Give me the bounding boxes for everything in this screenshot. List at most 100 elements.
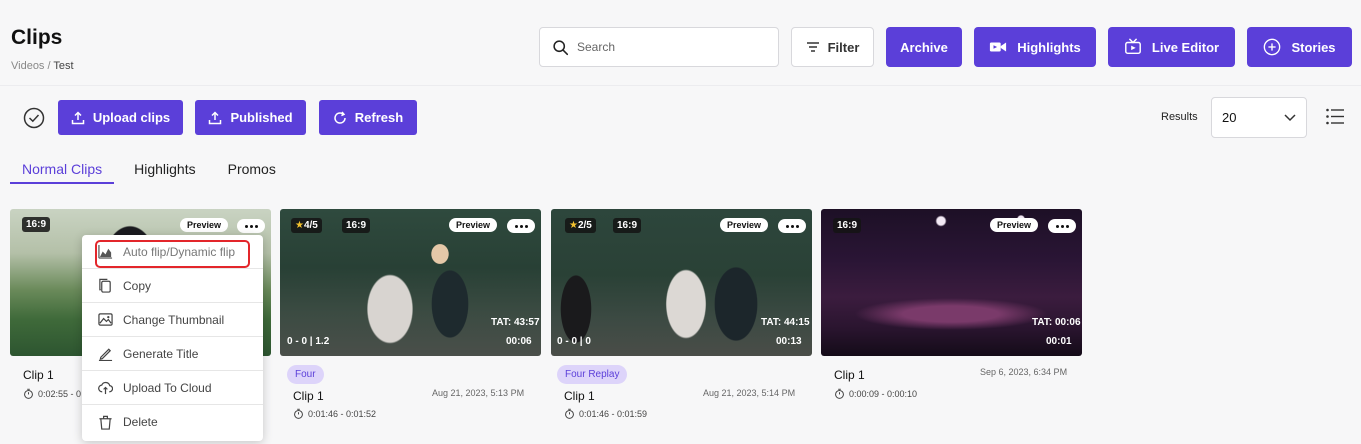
more-options-button[interactable] [237,219,265,233]
tat-label: TAT: 43:57 [491,317,540,328]
menu-item-upload-to-cloud[interactable]: Upload To Cloud [82,371,263,405]
score-label: 0 - 0 | 1.2 [287,336,330,347]
clip-tag: Four Replay [557,365,628,384]
clip-tabs: Normal Clips Highlights Promos [10,158,296,184]
menu-item-change-thumbnail[interactable]: Change Thumbnail [82,303,263,337]
add-circle-icon [1264,38,1281,56]
clip-range-text: 0:00:09 - 0:00:10 [849,388,918,399]
score-label: 0 - 0 | 0 [557,336,591,347]
clip-date: Sep 6, 2023, 6:34 PM [980,367,1068,377]
rating-badge: ★2/5 [565,218,596,233]
tab-highlights[interactable]: Highlights [122,158,207,184]
search-input[interactable] [577,40,767,54]
clip-name: Clip 1 [564,389,595,403]
menu-item-generate-title[interactable]: Generate Title [82,337,263,371]
more-options-button[interactable] [1048,219,1076,233]
image-icon [98,313,113,326]
archive-label: Archive [900,39,948,55]
chart-icon [98,244,113,259]
breadcrumb-videos[interactable]: Videos [11,60,44,72]
trash-icon [99,415,112,430]
stopwatch-icon [294,408,303,419]
tat-label: TAT: 00:06 [1032,317,1081,328]
clip-card[interactable]: ★4/5 16:9 Preview TAT: 43:57 0 - 0 | 1.2… [280,209,541,356]
breadcrumb-separator: / [47,60,51,72]
results-value: 20 [1222,110,1237,125]
cloud-upload-icon [98,381,113,395]
preview-button[interactable]: Preview [990,218,1039,232]
menu-item-auto-flip[interactable]: Auto flip/Dynamic flip [82,235,263,269]
clip-range-text: 0:01:46 - 0:01:59 [579,408,648,419]
video-camera-icon [990,42,1007,52]
clip-card[interactable]: 16:9 Preview TAT: 00:06 00:01 [821,209,1082,356]
menu-item-label: Auto flip/Dynamic flip [123,244,236,259]
clip-range: 0:00:09 - 0:00:10 [834,388,917,399]
stories-button[interactable]: Stories [1247,27,1352,67]
clip-card[interactable]: ★2/5 16:9 Preview TAT: 44:15 0 - 0 | 0 0… [551,209,812,356]
filter-label: Filter [827,39,860,55]
upload-clips-label: Upload clips [92,110,171,125]
live-tv-icon [1124,38,1141,55]
menu-item-label: Upload To Cloud [123,380,212,395]
chevron-down-icon [1284,113,1296,121]
filter-button[interactable]: Filter [791,27,874,67]
menu-item-delete[interactable]: Delete [82,405,263,439]
live-editor-label: Live Editor [1151,39,1220,55]
duration-label: 00:13 [776,336,802,347]
results-per-page-select[interactable]: 20 [1211,97,1307,138]
list-view-icon[interactable] [1326,108,1345,125]
menu-item-copy[interactable]: Copy [82,269,263,303]
published-label: Published [230,110,293,125]
clip-range: 0:01:46 - 0:01:52 [293,408,376,419]
results-label: Results [1161,111,1198,123]
rating-badge: ★4/5 [291,218,322,233]
rating-value: 4/5 [303,220,318,231]
clip-range-text: 0:01:46 - 0:01:52 [308,408,377,419]
preview-button[interactable]: Preview [449,218,498,232]
select-all-check-icon[interactable] [23,107,45,129]
clip-date: Aug 21, 2023, 5:13 PM [432,388,525,398]
aspect-ratio-badge: 16:9 [342,218,371,233]
page-title: Clips [11,26,63,49]
clip-range: 0:02:55 - 0 [23,388,81,399]
clip-tag: Four [287,365,324,384]
copy-icon [99,278,111,293]
duration-label: 00:06 [506,336,532,347]
more-options-button[interactable] [507,219,535,233]
menu-item-label: Delete [123,415,158,429]
aspect-ratio-badge: 16:9 [833,218,862,233]
highlights-label: Highlights [1017,39,1081,55]
search-box[interactable] [539,27,779,67]
aspect-ratio-badge: 16:9 [613,218,642,233]
refresh-icon [334,111,346,124]
highlights-button[interactable]: Highlights [974,27,1096,67]
published-button[interactable]: Published [195,100,306,135]
archive-button[interactable]: Archive [886,27,962,67]
rating-value: 2/5 [577,220,592,231]
clip-date: Aug 21, 2023, 5:14 PM [703,388,796,398]
upload-clips-button[interactable]: Upload clips [58,100,183,135]
menu-item-label: Change Thumbnail [123,312,225,327]
breadcrumb-current: Test [53,60,74,72]
refresh-label: Refresh [354,110,404,125]
stopwatch-icon [835,388,844,399]
stories-label: Stories [1291,39,1336,55]
header-divider [0,85,1361,86]
tab-promos[interactable]: Promos [216,158,288,184]
filter-icon [806,42,819,52]
tat-label: TAT: 44:15 [761,317,810,328]
live-editor-button[interactable]: Live Editor [1108,27,1235,67]
stopwatch-icon [565,408,574,419]
preview-button[interactable]: Preview [180,218,229,232]
upload-icon [209,110,222,124]
preview-button[interactable]: Preview [720,218,769,232]
stopwatch-icon [24,388,33,399]
duration-label: 00:01 [1046,336,1072,347]
clip-range-text: 0:02:55 - 0 [38,388,82,399]
more-options-button[interactable] [778,219,806,233]
clip-range: 0:01:46 - 0:01:59 [564,408,647,419]
tab-normal-clips[interactable]: Normal Clips [10,158,115,184]
clip-name: Clip 1 [834,368,865,382]
menu-item-label: Copy [123,278,152,293]
refresh-button[interactable]: Refresh [319,100,417,135]
